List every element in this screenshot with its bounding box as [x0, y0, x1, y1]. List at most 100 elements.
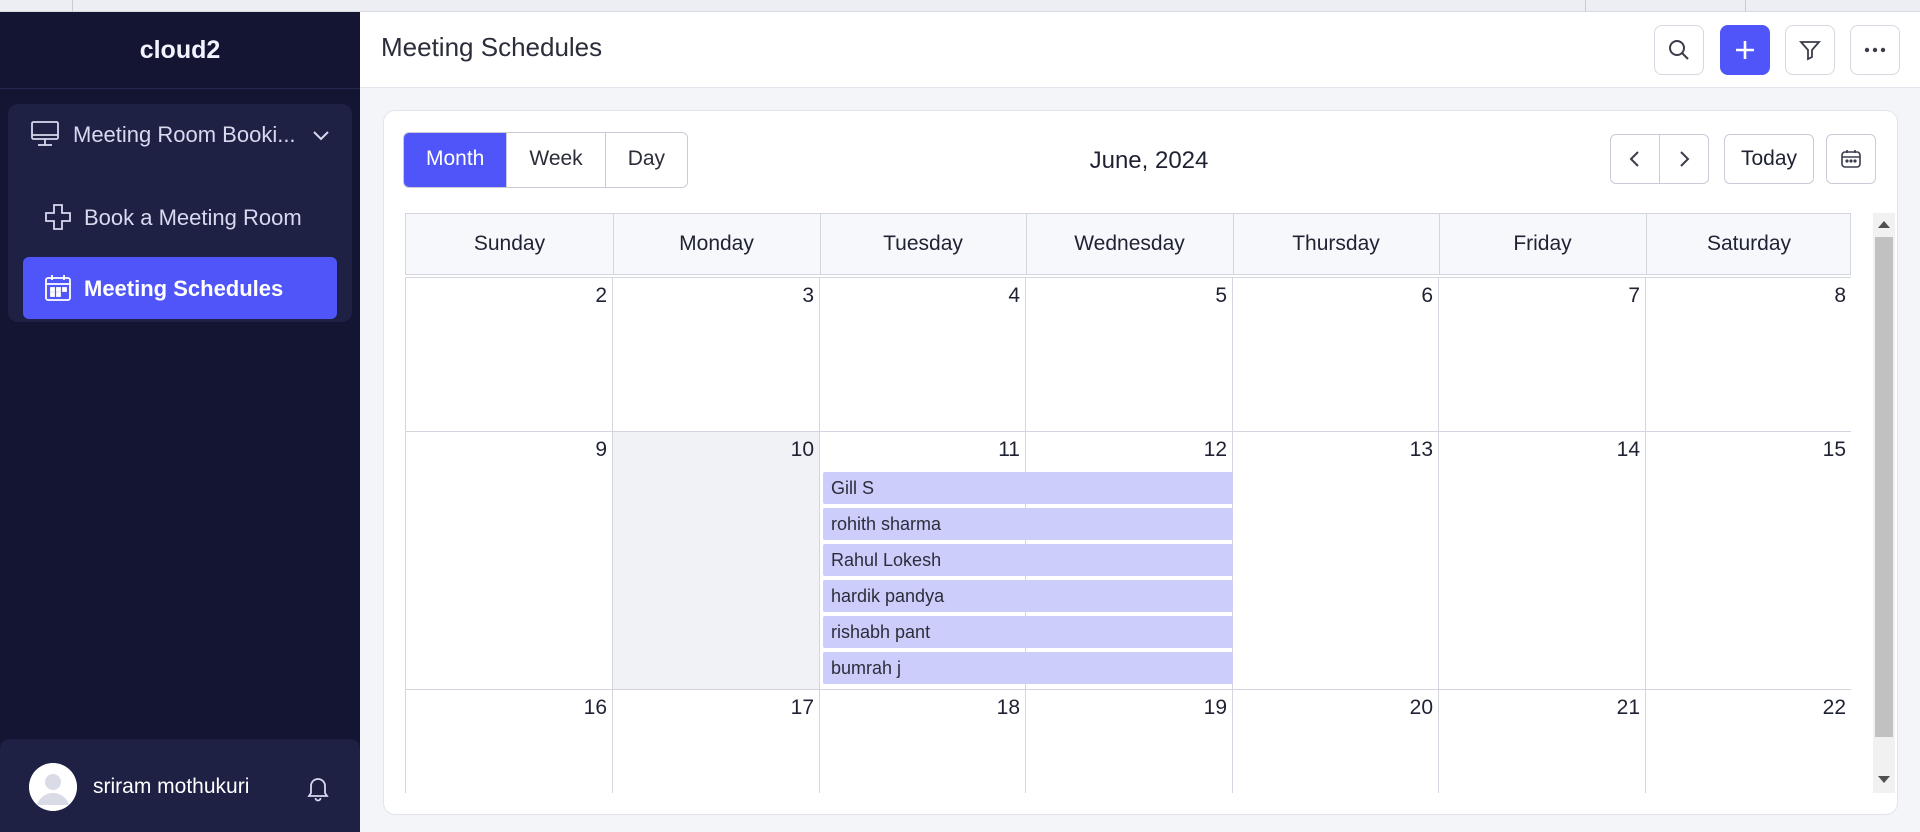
sidebar-item-label: Meeting Schedules: [84, 276, 284, 301]
weekday-header: Thursday: [1292, 232, 1380, 255]
filter-icon: [1799, 41, 1821, 61]
day-cell-today[interactable]: 10: [613, 432, 820, 690]
event-item[interactable]: Gill S: [823, 472, 1233, 504]
more-options-button[interactable]: [1850, 25, 1900, 75]
day-cell[interactable]: 4: [820, 278, 1026, 432]
date-picker-button[interactable]: [1826, 134, 1876, 184]
event-item[interactable]: hardik pandya: [823, 580, 1233, 612]
day-number: 17: [790, 696, 814, 719]
weekday-header-row: Sunday Monday Tuesday Wednesday Thursday…: [405, 213, 1851, 275]
day-cell[interactable]: 13: [1233, 432, 1439, 690]
today-button[interactable]: Today: [1724, 134, 1814, 184]
weekday-header: Friday: [1513, 232, 1572, 255]
top-tab-strip: [0, 0, 1920, 12]
day-number: 18: [996, 696, 1020, 719]
scroll-up-arrow-icon[interactable]: [1878, 221, 1890, 228]
user-name: sriram mothukuri: [93, 775, 250, 798]
monitor-icon: [30, 120, 60, 148]
month-label: June, 2024: [1089, 147, 1209, 174]
day-cell[interactable]: 17: [613, 690, 820, 793]
month-grid: Sunday Monday Tuesday Wednesday Thursday…: [405, 213, 1851, 793]
sidebar: cloud2 Meeting Room Booki... Book a Meet…: [0, 12, 360, 832]
user-bar: sriram mothukuri: [0, 739, 360, 832]
view-week-button[interactable]: Week: [507, 133, 606, 187]
day-number: 15: [1822, 438, 1846, 461]
event-item[interactable]: rishabh pant: [823, 616, 1233, 648]
event-item[interactable]: rohith sharma: [823, 508, 1233, 540]
view-switcher: Month Week Day: [403, 132, 689, 188]
day-cell[interactable]: 3: [613, 278, 820, 432]
day-number: 2: [595, 284, 607, 307]
day-number: 10: [790, 438, 814, 461]
sidebar-item-meeting-schedules[interactable]: Meeting Schedules: [23, 257, 337, 319]
day-cell[interactable]: 14: [1439, 432, 1646, 690]
search-button[interactable]: [1654, 25, 1704, 75]
view-month-button[interactable]: Month: [404, 133, 508, 187]
plus-icon: [1736, 41, 1754, 59]
event-item[interactable]: bumrah j: [823, 652, 1233, 684]
weekday-header: Sunday: [473, 232, 546, 255]
day-number: 14: [1616, 438, 1640, 461]
add-button[interactable]: [1720, 25, 1770, 75]
nav-group-label: Meeting Room Booki...: [73, 122, 296, 147]
calendar-card: Month Week Day June, 2024 Today Sunday M…: [383, 110, 1898, 815]
day-number: 22: [1822, 696, 1846, 719]
day-cell[interactable]: 2: [406, 278, 613, 432]
day-number: 20: [1409, 696, 1433, 719]
day-number: 19: [1203, 696, 1227, 719]
chevron-down-icon: [310, 124, 332, 146]
week-row: 2 3 4 5 6 7 8: [405, 277, 1851, 432]
day-cell[interactable]: 16: [406, 690, 613, 793]
chevron-right-icon: [1680, 151, 1690, 167]
scroll-down-arrow-icon[interactable]: [1878, 776, 1890, 783]
vertical-scrollbar[interactable]: [1873, 213, 1895, 793]
day-cell[interactable]: 15: [1646, 432, 1851, 690]
week-row: 9 10 11 12 13 14 15 Gill S rohith sharma…: [405, 432, 1851, 690]
day-number: 16: [583, 696, 607, 719]
nav-group: Meeting Room Booki... Book a Meeting Roo…: [8, 104, 352, 322]
day-number: 12: [1203, 438, 1227, 461]
filter-button[interactable]: [1785, 25, 1835, 75]
nav-group-header[interactable]: Meeting Room Booki...: [8, 104, 352, 164]
plus-icon: [43, 202, 73, 232]
calendar-icon: [43, 273, 73, 303]
day-cell[interactable]: 6: [1233, 278, 1439, 432]
bell-icon[interactable]: [303, 773, 333, 803]
avatar[interactable]: [29, 763, 77, 811]
page-title: Meeting Schedules: [381, 32, 603, 62]
day-cell[interactable]: 5: [1026, 278, 1233, 432]
day-number: 7: [1628, 284, 1640, 307]
day-cell[interactable]: 8: [1646, 278, 1851, 432]
day-number: 11: [998, 438, 1020, 461]
weekday-header: Saturday: [1706, 232, 1792, 255]
day-number: 8: [1834, 284, 1846, 307]
day-number: 5: [1215, 284, 1227, 307]
day-cell[interactable]: 19: [1026, 690, 1233, 793]
day-cell[interactable]: 21: [1439, 690, 1646, 793]
day-number: 6: [1421, 284, 1433, 307]
next-month-button[interactable]: [1659, 134, 1709, 184]
day-number: 3: [802, 284, 814, 307]
day-number: 13: [1409, 438, 1433, 461]
day-cell[interactable]: 18: [820, 690, 1026, 793]
page-header: Meeting Schedules: [360, 12, 1920, 88]
app-brand: cloud2: [0, 12, 360, 89]
week-row: 16 17 18 19 20 21 22: [405, 690, 1851, 793]
weekday-header: Tuesday: [883, 232, 963, 255]
search-icon: [1669, 40, 1689, 60]
day-cell[interactable]: 7: [1439, 278, 1646, 432]
scrollbar-thumb[interactable]: [1875, 237, 1893, 737]
event-item[interactable]: Rahul Lokesh: [823, 544, 1233, 576]
sidebar-item-book-meeting-room[interactable]: Book a Meeting Room: [23, 186, 337, 248]
day-cell[interactable]: 22: [1646, 690, 1851, 793]
day-number: 21: [1616, 696, 1640, 719]
more-horizontal-icon: [1864, 47, 1886, 53]
prev-month-button[interactable]: [1610, 134, 1660, 184]
day-number: 4: [1008, 284, 1020, 307]
view-day-button[interactable]: Day: [606, 133, 687, 187]
day-cell[interactable]: 20: [1233, 690, 1439, 793]
day-cell[interactable]: 9: [406, 432, 613, 690]
weekday-header: Wednesday: [1074, 232, 1185, 255]
chevron-left-icon: [1629, 151, 1639, 167]
weekday-header: Monday: [679, 232, 754, 255]
